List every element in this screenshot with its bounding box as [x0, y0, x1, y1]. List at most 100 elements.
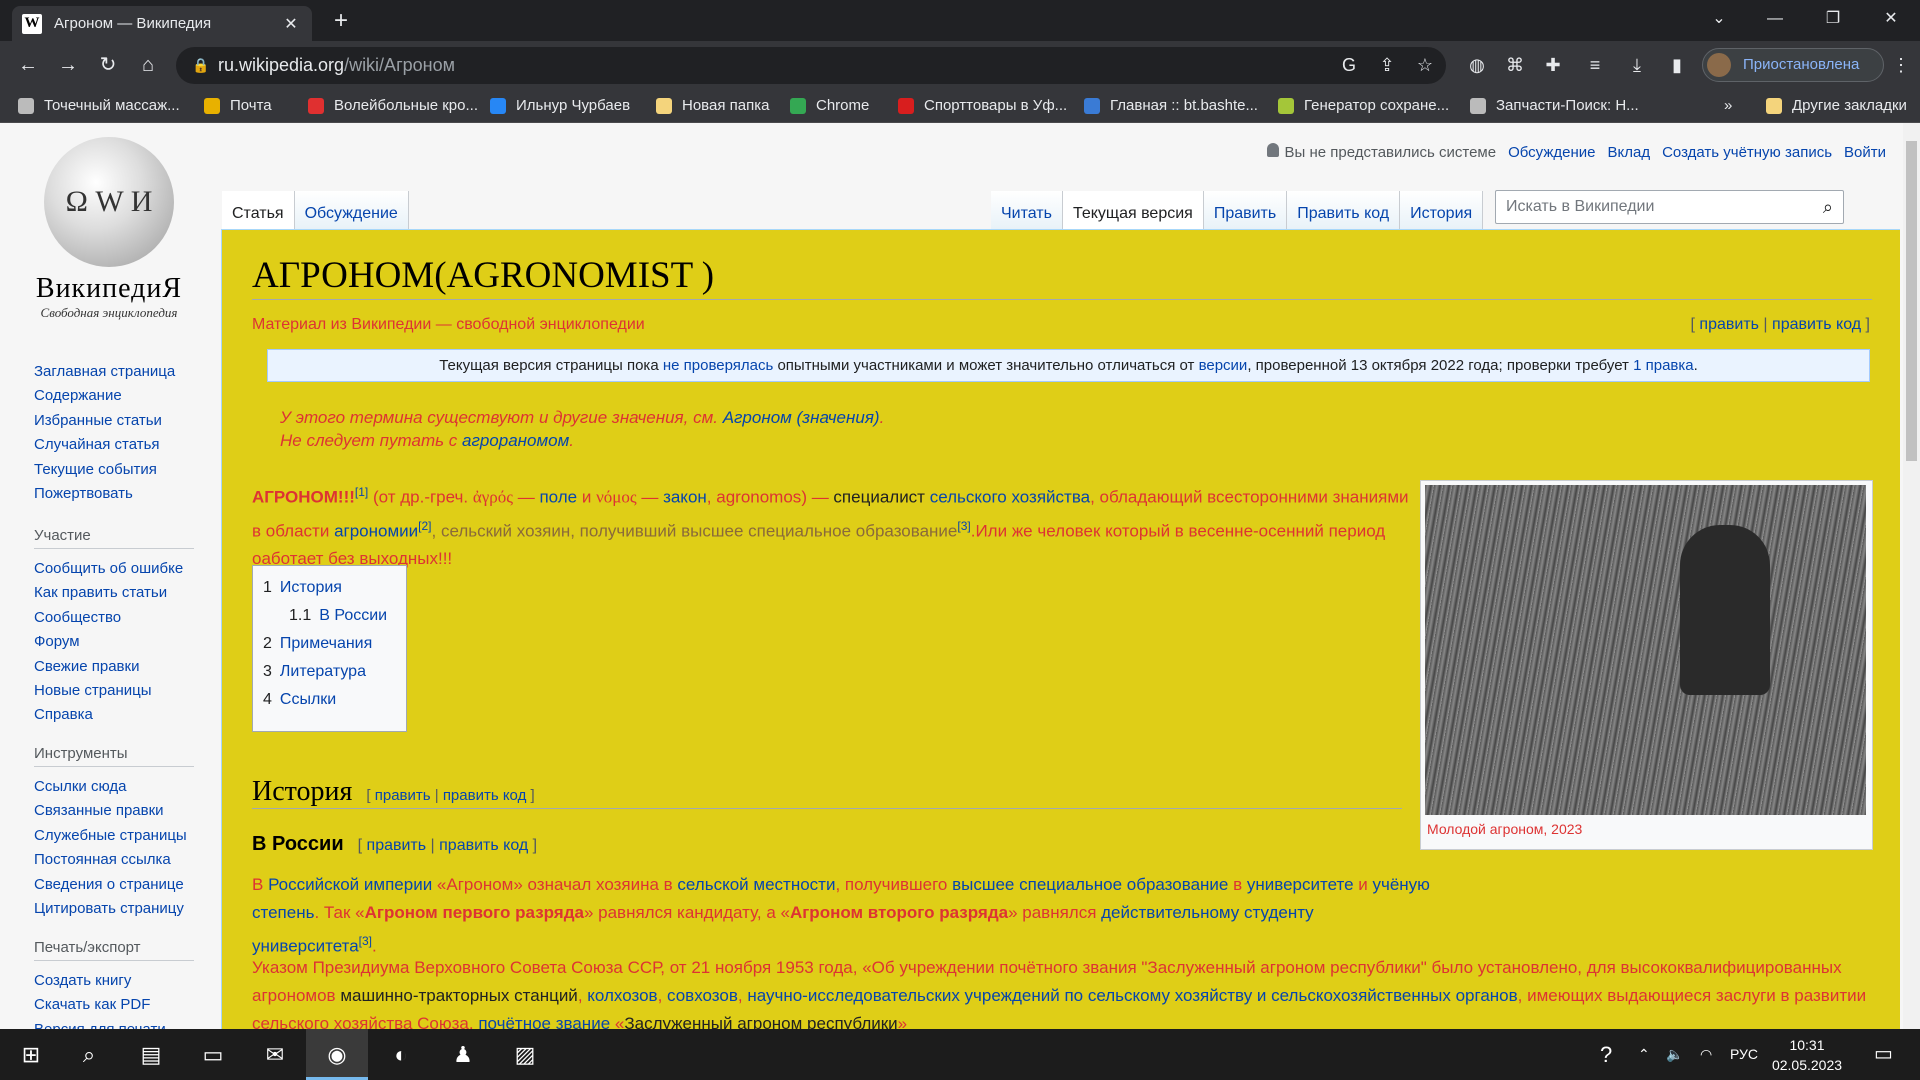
- sidebar-tools-item[interactable]: Связанные правки: [34, 799, 204, 823]
- sidebar-participation-item[interactable]: Как править статьи: [34, 581, 204, 605]
- address-bar[interactable]: 🔒 ru.wikipedia.org/wiki/Агроном: [176, 47, 1446, 84]
- rural-link[interactable]: сельской местности: [677, 875, 835, 894]
- sidebar-participation-item[interactable]: Справка: [34, 703, 204, 727]
- bookmark-item[interactable]: Точечный массаж...: [18, 89, 180, 123]
- agroranom-link[interactable]: агрораномом: [462, 431, 569, 450]
- higher-education-link[interactable]: высшее специальное образование: [952, 875, 1228, 894]
- sidebar-tools-item[interactable]: Постоянная ссылка: [34, 848, 204, 872]
- toc-item[interactable]: 1.1 В России: [263, 602, 396, 630]
- search-icon[interactable]: ⌕: [1823, 191, 1833, 223]
- search-icon[interactable]: ⌕: [58, 1029, 120, 1080]
- sidebar-print-item[interactable]: Скачать как PDF: [34, 993, 204, 1017]
- sovhoz-link[interactable]: совхозов: [667, 986, 738, 1005]
- scrollbar-thumb[interactable]: [1906, 141, 1917, 461]
- toc-item[interactable]: 3 Литература: [263, 658, 396, 686]
- bookmark-item[interactable]: Почта: [204, 89, 272, 123]
- mail-app-icon[interactable]: ✉: [244, 1029, 306, 1080]
- language-indicator[interactable]: РУС: [1730, 1029, 1758, 1080]
- profile-button[interactable]: Приостановлена: [1702, 48, 1884, 82]
- sidebar-participation-item[interactable]: Сообщить об ошибке: [34, 557, 204, 581]
- home-button[interactable]: ⌂: [132, 49, 164, 81]
- sidebar-nav-item[interactable]: Пожертвовать: [34, 482, 204, 506]
- bookmark-item[interactable]: Новая папка: [656, 89, 769, 123]
- close-window-button[interactable]: ✕: [1862, 0, 1920, 41]
- bookmark-item[interactable]: Chrome: [790, 89, 869, 123]
- toc-link[interactable]: История: [280, 579, 342, 596]
- edge-icon[interactable]: ◐: [370, 1029, 432, 1080]
- research-link[interactable]: научно-исследовательских учреждений по с…: [747, 986, 1517, 1005]
- student-link[interactable]: действительному студенту: [1101, 903, 1314, 922]
- sidebar-nav-item[interactable]: Избранные статьи: [34, 409, 204, 433]
- russian-empire-link[interactable]: Российской империи: [268, 875, 432, 894]
- back-button[interactable]: ←: [12, 49, 44, 81]
- menu-kebab-icon[interactable]: ⋮: [1884, 47, 1918, 84]
- disambiguation-link[interactable]: Агроном (значения): [723, 408, 880, 427]
- edit-subsection-link[interactable]: править: [367, 837, 427, 854]
- unreviewed-link[interactable]: не проверялась: [663, 357, 773, 374]
- translate-icon[interactable]: ⌘: [1498, 47, 1532, 84]
- toc-link[interactable]: Примечания: [280, 635, 372, 652]
- vpn-globe-icon[interactable]: ◍: [1460, 47, 1494, 84]
- agriculture-link[interactable]: сельского хозяйства: [930, 488, 1090, 507]
- wifi-icon[interactable]: ◠: [1700, 1029, 1712, 1080]
- sidebar-tools-item[interactable]: Сведения о странице: [34, 873, 204, 897]
- sidebar-participation-item[interactable]: Свежие правки: [34, 655, 204, 679]
- agronomist-photo[interactable]: [1425, 485, 1866, 815]
- create-account-link[interactable]: Создать учётную запись: [1662, 144, 1832, 161]
- bookmark-item[interactable]: Генератор сохране...: [1278, 89, 1449, 123]
- ref-2[interactable]: [2]: [418, 519, 431, 533]
- chrome-taskbar-icon[interactable]: ◉: [306, 1029, 368, 1080]
- bookmark-item[interactable]: Главная :: bt.bashte...: [1084, 89, 1258, 123]
- toc-link[interactable]: Ссылки: [280, 691, 336, 708]
- field-link[interactable]: поле: [539, 488, 577, 507]
- agronomy-link[interactable]: агрономии: [334, 521, 418, 540]
- printer-app-icon[interactable]: ▤: [120, 1029, 182, 1080]
- bookmark-item[interactable]: Ильнур Чурбаев: [490, 89, 630, 123]
- sidebar-participation-item[interactable]: Сообщество: [34, 606, 204, 630]
- tab-current-version[interactable]: Текущая версия: [1062, 191, 1204, 229]
- toc-item[interactable]: 4 Ссылки: [263, 686, 396, 714]
- tab-edit[interactable]: Править: [1203, 191, 1288, 229]
- reading-list-icon[interactable]: ≡: [1578, 47, 1612, 84]
- edit-link[interactable]: править: [1699, 316, 1759, 333]
- edit-section-link[interactable]: править: [375, 787, 431, 804]
- ref-3b[interactable]: [3]: [359, 934, 372, 948]
- share-icon[interactable]: ⇪: [1370, 47, 1404, 84]
- bookmark-item[interactable]: Спорттовары в Уф...: [898, 89, 1067, 123]
- edit-source-link[interactable]: править код: [1772, 316, 1861, 333]
- toc-item[interactable]: 1 История: [263, 574, 396, 602]
- sidebar-nav-item[interactable]: Заглавная страница: [34, 360, 204, 384]
- help-icon[interactable]: ?: [1600, 1029, 1612, 1080]
- law-link[interactable]: закон: [663, 488, 707, 507]
- extensions-icon[interactable]: ✚: [1536, 47, 1570, 84]
- bookmark-item[interactable]: Запчасти-Поиск: Н...: [1470, 89, 1639, 123]
- ref-3[interactable]: [3]: [957, 519, 970, 533]
- tab-history[interactable]: История: [1400, 191, 1484, 229]
- login-link[interactable]: Войти: [1844, 144, 1886, 161]
- file-explorer-icon[interactable]: ▭: [182, 1029, 244, 1080]
- volume-icon[interactable]: 🔈: [1666, 1029, 1683, 1080]
- toc-link[interactable]: В России: [319, 607, 387, 624]
- sidebar-tools-item[interactable]: Цитировать страницу: [34, 897, 204, 921]
- more-bookmarks-button[interactable]: »: [1724, 89, 1732, 123]
- tab-search-chevron-icon[interactable]: ⌄: [1690, 0, 1748, 41]
- restore-button[interactable]: ❐: [1804, 0, 1862, 41]
- bookmark-item[interactable]: Волейбольные кро...: [308, 89, 478, 123]
- notifications-icon[interactable]: ▭: [1874, 1029, 1893, 1080]
- sidebar-print-item[interactable]: Создать книгу: [34, 969, 204, 993]
- browser-tab-active[interactable]: W Агроном — Википедия ✕: [12, 6, 312, 41]
- sidebar-nav-item[interactable]: Содержание: [34, 384, 204, 408]
- edit-section-source-link[interactable]: править код: [443, 787, 527, 804]
- contributions-link[interactable]: Вклад: [1607, 144, 1650, 161]
- other-bookmarks-button[interactable]: Другие закладки: [1766, 89, 1907, 123]
- toc-link[interactable]: Литература: [280, 663, 366, 680]
- sidebar-print-item[interactable]: Версия для печати: [34, 1018, 204, 1029]
- sidebar-participation-item[interactable]: Новые страницы: [34, 679, 204, 703]
- honorary-title-link[interactable]: почётное звание: [478, 1014, 610, 1029]
- bookmark-star-icon[interactable]: ☆: [1408, 47, 1442, 84]
- tab-discussion[interactable]: Обсуждение: [294, 191, 409, 229]
- version-link[interactable]: версии: [1199, 357, 1248, 374]
- photos-icon[interactable]: ▨: [494, 1029, 556, 1080]
- new-tab-button[interactable]: +: [326, 6, 356, 36]
- tab-edit-source[interactable]: Править код: [1287, 191, 1401, 229]
